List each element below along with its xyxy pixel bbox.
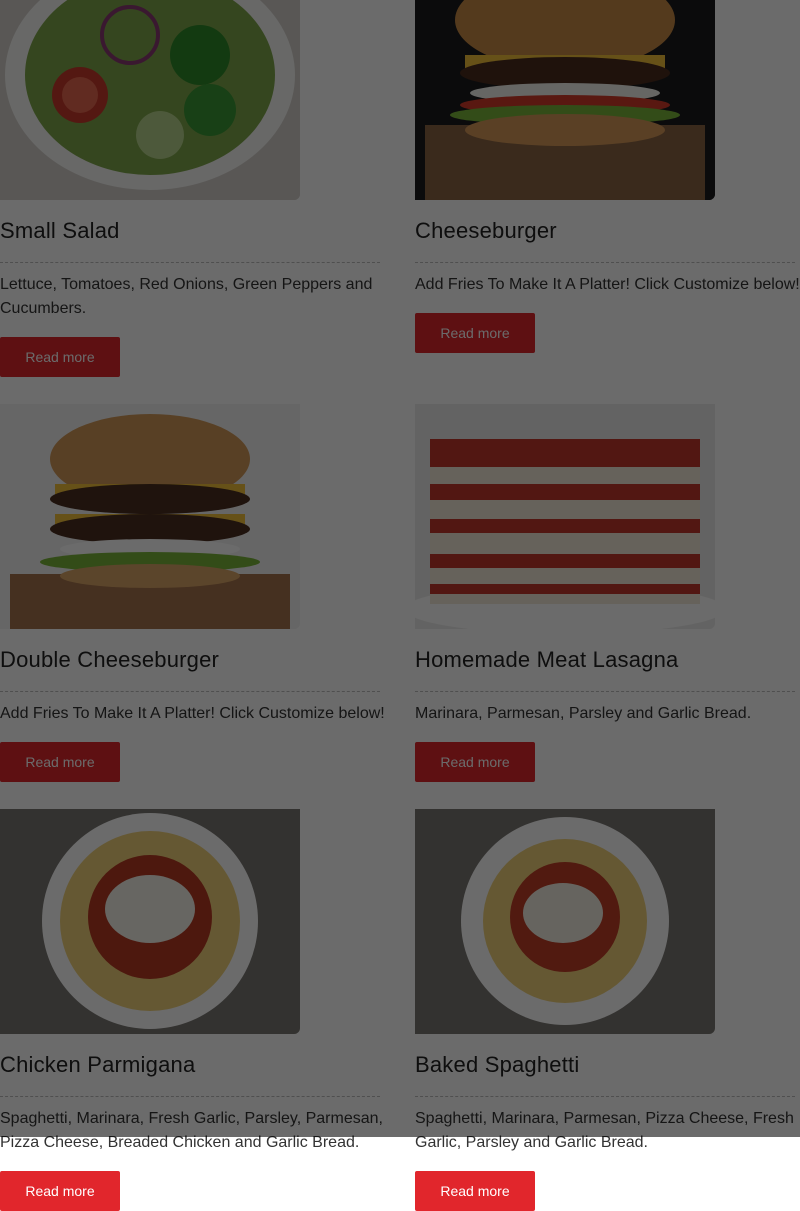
menu-item-title: Baked Spaghetti [415, 1052, 580, 1077]
divider [415, 691, 795, 692]
read-more-button[interactable]: Read more [415, 1171, 535, 1211]
read-more-button[interactable]: Read more [0, 1171, 120, 1211]
menu-card-lasagna: Homemade Meat Lasagna Marinara, Parmesan… [415, 404, 800, 782]
divider [415, 1096, 795, 1097]
menu-item-title: Homemade Meat Lasagna [415, 647, 679, 672]
menu-card-double-cheeseburger: Double Cheeseburger Add Fries To Make It… [0, 404, 385, 782]
menu-card-baked-spaghetti: Baked Spaghetti Spaghetti, Marinara, Par… [415, 809, 800, 1211]
menu-item-description: Spaghetti, Marinara, Parmesan, Pizza Che… [415, 1110, 794, 1151]
menu-item-description: Add Fries To Make It A Platter! Click Cu… [0, 705, 385, 722]
menu-item-description: Marinara, Parmesan, Parsley and Garlic B… [415, 705, 752, 722]
read-more-button[interactable]: Read more [415, 313, 535, 353]
lasagna-image[interactable] [415, 404, 715, 629]
read-more-button[interactable]: Read more [415, 742, 535, 782]
read-more-button[interactable]: Read more [0, 742, 120, 782]
divider [415, 262, 795, 263]
menu-item-description: Add Fries To Make It A Platter! Click Cu… [415, 276, 800, 293]
divider [0, 262, 380, 263]
menu-card-cheeseburger: Cheeseburger Add Fries To Make It A Plat… [415, 0, 800, 353]
cheeseburger-image[interactable] [415, 0, 715, 200]
menu-item-title: Small Salad [0, 218, 120, 243]
divider [0, 691, 380, 692]
menu-grid: Small Salad Lettuce, Tomatoes, Red Onion… [0, 0, 800, 1211]
spaghetti-image[interactable] [0, 809, 300, 1034]
menu-item-title: Double Cheeseburger [0, 647, 220, 672]
menu-item-description: Lettuce, Tomatoes, Red Onions, Green Pep… [0, 276, 373, 317]
menu-item-title: Chicken Parmigana [0, 1052, 196, 1077]
salad-image[interactable] [0, 0, 300, 200]
double-cheeseburger-image[interactable] [0, 404, 300, 629]
menu-card-chicken-parmigana: Chicken Parmigana Spaghetti, Marinara, F… [0, 809, 385, 1211]
menu-item-description: Spaghetti, Marinara, Fresh Garlic, Parsl… [0, 1110, 383, 1151]
menu-item-title: Cheeseburger [415, 218, 557, 243]
read-more-button[interactable]: Read more [0, 337, 120, 377]
menu-card-small-salad: Small Salad Lettuce, Tomatoes, Red Onion… [0, 0, 385, 377]
divider [0, 1096, 380, 1097]
spaghetti-image[interactable] [415, 809, 715, 1034]
